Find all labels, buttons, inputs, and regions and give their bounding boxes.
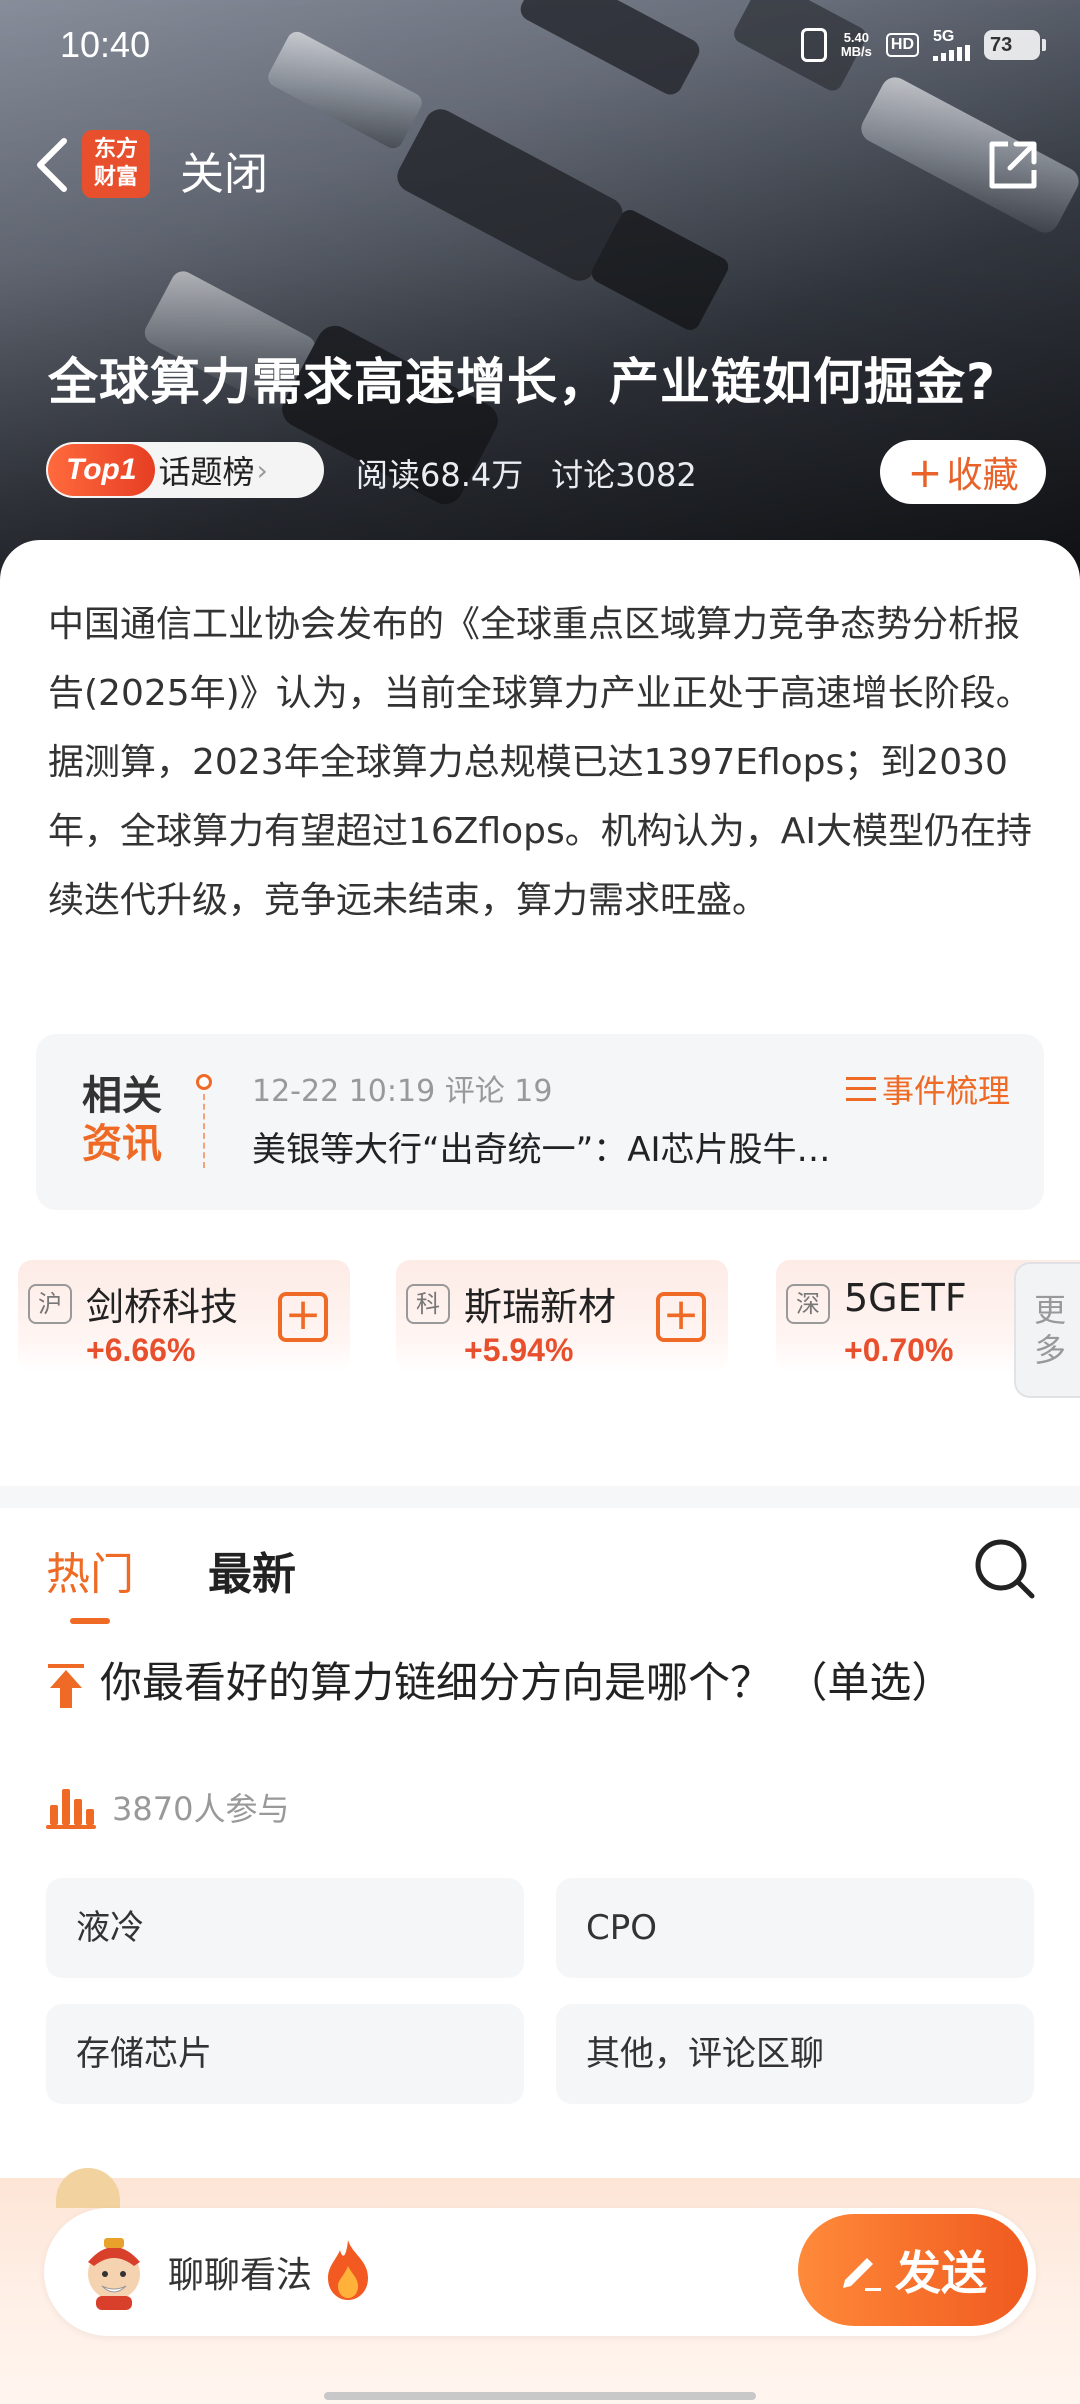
network-type: 5G [933, 28, 955, 45]
stock-change: +5.94% [464, 1332, 574, 1368]
timeline-marker [194, 1074, 214, 1174]
comment-tabs: 热门 最新 [0, 1538, 1080, 1638]
search-button[interactable] [970, 1534, 1040, 1604]
poll-option[interactable]: 存储芯片 [46, 2004, 524, 2104]
poll-option[interactable]: CPO [556, 1878, 1034, 1978]
related-news-tag-line2: 资讯 [82, 1121, 162, 1167]
plus-icon: + [907, 447, 943, 497]
read-count: 阅读68.4万 [356, 456, 524, 494]
event-timeline-button[interactable]: 事件梳理 [845, 1066, 1010, 1112]
related-news-card[interactable]: 相关 资讯 12-22 10:19 评论 19 美银等大行“出奇统一”：AI芯片… [36, 1034, 1044, 1210]
share-icon [989, 141, 1037, 189]
top-nav: 东方 财富 关闭 [0, 120, 1080, 210]
tab-latest[interactable]: 最新 [208, 1538, 296, 1602]
close-button[interactable]: 关闭 [180, 138, 268, 202]
chevron-right-icon: › [256, 453, 268, 487]
pinned-arrow-icon [48, 1664, 84, 1708]
search-icon [975, 1539, 1035, 1599]
status-time: 10:40 [60, 24, 151, 65]
more-stocks-button[interactable]: 更 多 [1014, 1262, 1080, 1398]
collect-button[interactable]: + 收藏 [880, 440, 1046, 504]
topic-rank-link[interactable]: Top1 话题榜 › [46, 442, 324, 498]
active-tab-indicator [70, 1618, 110, 1624]
related-news-tag: 相关 资讯 [82, 1072, 172, 1168]
participant-count: 3870人参与 [112, 1790, 290, 1828]
topic-title: 全球算力需求高速增长，产业链如何掘金? [48, 353, 997, 411]
stock-name: 5GETF [844, 1276, 967, 1320]
share-button[interactable] [978, 130, 1048, 200]
stock-card[interactable]: 沪 剑桥科技 +6.66% + [18, 1260, 350, 1372]
related-news-tag-line1: 相关 [82, 1073, 162, 1119]
news-meta: 12-22 10:19 评论 19 [252, 1074, 553, 1109]
comment-input[interactable]: 聊聊看法 发送 [44, 2208, 1036, 2336]
related-stocks: 沪 剑桥科技 +6.66% + 科 斯瑞新材 +5.94% + 深 5GETF … [0, 1260, 1080, 1380]
stock-change: +6.66% [86, 1332, 196, 1368]
event-timeline-label: 事件梳理 [881, 1072, 1010, 1110]
hd-icon: HD [885, 33, 919, 57]
flame-icon [328, 2240, 368, 2300]
back-button[interactable] [22, 130, 82, 200]
stock-change: +0.70% [844, 1332, 954, 1368]
mascot-avatar-icon [88, 2238, 140, 2310]
topic-intro: 中国通信工业协会发布的《全球重点区域算力竞争态势分析报告(2025年)》认为，当… [48, 604, 1033, 921]
news-headline[interactable]: 美银等大行“出奇统一”：AI芯片股牛… [252, 1122, 912, 1171]
collect-label: 收藏 [946, 455, 1019, 496]
chevron-left-icon [37, 138, 67, 192]
exchange-badge: 深 [786, 1284, 830, 1324]
list-icon [845, 1077, 876, 1101]
app-logo: 东方 财富 [82, 130, 150, 198]
discussion-count: 讨论3082 [551, 456, 697, 494]
rank-label: 话题榜 [158, 453, 255, 491]
add-watchlist-button[interactable]: + [656, 1292, 706, 1342]
tab-hot[interactable]: 热门 [46, 1538, 134, 1602]
add-watchlist-button[interactable]: + [278, 1292, 328, 1342]
section-divider [0, 1486, 1080, 1508]
rank-badge: Top1 [48, 444, 155, 496]
stock-name: 剑桥科技 [86, 1285, 239, 1329]
topic-hero: 10:40 5.40 MB/s HD 5G 73 东方 财富 关闭 全球算力需求… [0, 0, 1080, 580]
poll-option[interactable]: 其他，评论区聊 [556, 2004, 1034, 2104]
poll-participants: 3870人参与 [46, 1782, 289, 1832]
send-label: 发送 [895, 2246, 987, 2300]
comment-placeholder: 聊聊看法 [168, 2255, 313, 2296]
signal-icon: 5G [933, 29, 970, 61]
exchange-badge: 科 [406, 1284, 450, 1324]
app-logo-line2: 财富 [93, 165, 138, 190]
network-speed-value: 5.40 [843, 30, 870, 45]
stock-name: 斯瑞新材 [464, 1285, 617, 1329]
app-logo-line1: 东方 [93, 137, 138, 162]
comment-composer: 聊聊看法 发送 [0, 2168, 1080, 2404]
poll-question-text: 你最看好的算力链细分方向是哪个？ （单选） [100, 1658, 954, 1707]
network-speed-unit: MB/s [840, 44, 872, 59]
topic-meta: Top1 话题榜 › 阅读68.4万 讨论3082 + 收藏 [46, 440, 1046, 504]
poll-option[interactable]: 液冷 [46, 1878, 524, 1978]
pencil-icon [843, 2258, 881, 2291]
status-icons: 5.40 MB/s HD 5G 73 [800, 28, 1046, 62]
topic-stats: 阅读68.4万 讨论3082 [356, 450, 697, 496]
bar-chart-icon [46, 1789, 96, 1829]
stock-card[interactable]: 科 斯瑞新材 +5.94% + [396, 1260, 728, 1372]
battery-icon: 73 [984, 30, 1046, 60]
send-button[interactable]: 发送 [798, 2214, 1028, 2326]
status-bar: 10:40 5.40 MB/s HD 5G 73 [0, 0, 1080, 96]
home-indicator[interactable] [324, 2392, 756, 2400]
more-label-line1: 更 [1033, 1291, 1066, 1329]
network-speed: 5.40 MB/s [841, 31, 872, 59]
exchange-badge: 沪 [28, 1284, 72, 1324]
vibrate-icon [800, 28, 827, 62]
topic-content: 中国通信工业协会发布的《全球重点区域算力竞争态势分析报告(2025年)》认为，当… [0, 540, 1080, 2404]
more-label-line2: 多 [1033, 1331, 1066, 1369]
battery-level: 73 [990, 33, 1013, 56]
